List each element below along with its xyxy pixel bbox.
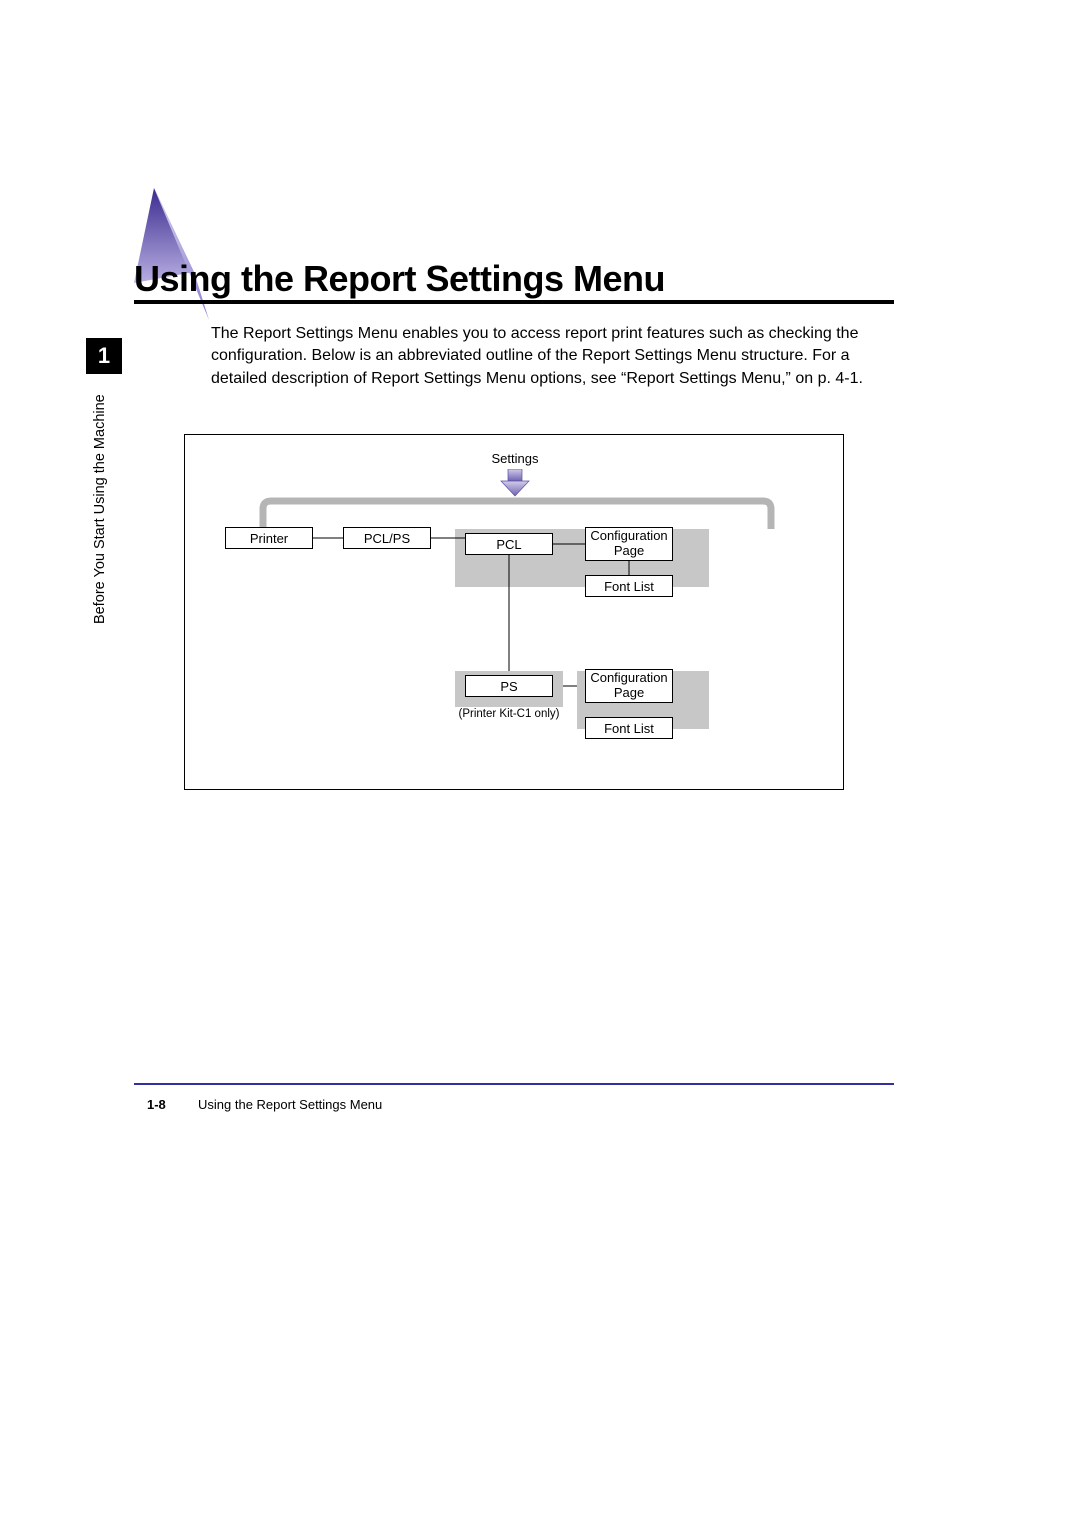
diagram-node-ps-config: Configuration Page <box>585 669 673 703</box>
diagram-connectors <box>185 435 845 791</box>
menu-structure-diagram: Settings Printer PCL/PS PCL Configuratio… <box>184 434 844 790</box>
footer-rule <box>134 1083 894 1085</box>
heading-underline <box>134 300 894 304</box>
chapter-tab: 1 <box>86 338 122 374</box>
footer-page-number: 1-8 <box>147 1097 166 1112</box>
diagram-node-ps: PS <box>465 675 553 697</box>
chapter-sidebar-label: Before You Start Using the Machine <box>92 374 108 624</box>
page-title: Using the Report Settings Menu <box>134 258 665 300</box>
footer-title: Using the Report Settings Menu <box>198 1097 382 1112</box>
intro-paragraph: The Report Settings Menu enables you to … <box>211 323 891 390</box>
diagram-node-ps-fontlist: Font List <box>585 717 673 739</box>
diagram-note-ps: (Printer Kit-C1 only) <box>453 708 565 720</box>
